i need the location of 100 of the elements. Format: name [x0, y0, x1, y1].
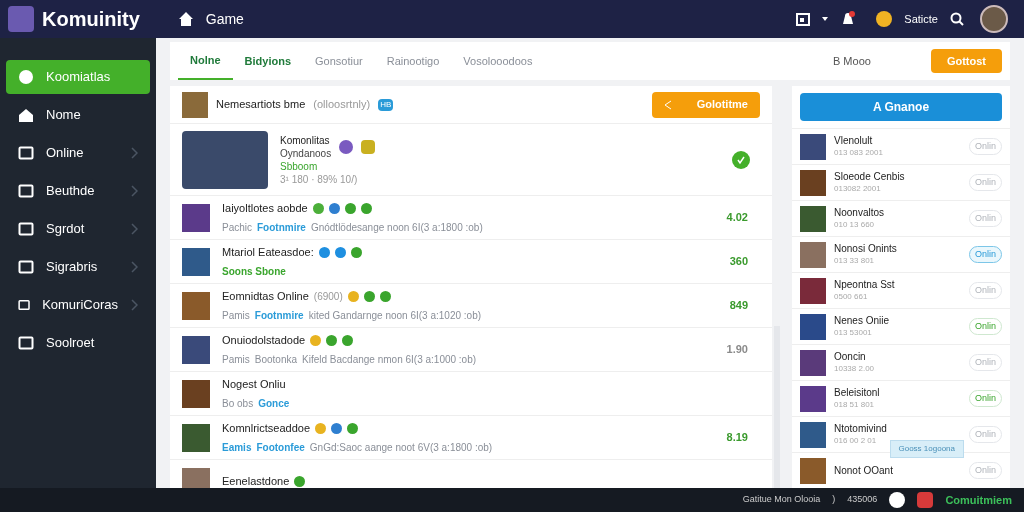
- tooltip: Gooss 1ogoona: [889, 440, 964, 458]
- item-name: Ooncin: [834, 350, 867, 363]
- feed-row[interactable]: Onuiodolstadode Pamis Bootonka Kifeld Bacdange nmon 6I(3 a:1000 :ob) 1.90: [170, 328, 772, 372]
- menu-item-icon: [18, 335, 34, 351]
- sidebar-item[interactable]: Sgrdot: [6, 212, 150, 246]
- row-title: Eenelastdone: [222, 474, 290, 488]
- feed-row[interactable]: Nogest Onliu Bo obs Gonce: [170, 372, 772, 416]
- feed-row[interactable]: Mtariol Eateasdoe: Soons Sbone 360: [170, 240, 772, 284]
- row-note: (6900): [313, 290, 343, 304]
- tab[interactable]: Nolne: [178, 42, 233, 80]
- calendar-icon[interactable]: [796, 12, 811, 26]
- row-detail: Kifeld Bacdange nmon 6I(3 a:1000 :ob): [302, 352, 477, 367]
- row-detail: GnGd:Saoc aange noot 6V(3 a:1800 :ob): [309, 440, 493, 455]
- sidebar-item[interactable]: Online: [6, 136, 150, 170]
- row-value: 1.90: [726, 342, 748, 358]
- sidebar-item[interactable]: KomuriCoras: [6, 288, 150, 322]
- featured-subtitle: Oyndanoos: [280, 146, 332, 160]
- item-name: Vlenolult: [834, 134, 874, 147]
- row-value: 8.19: [726, 430, 748, 446]
- user-name[interactable]: Saticte: [904, 10, 938, 28]
- featured-tag: Sbboom: [280, 159, 376, 173]
- photo-placeholder: [182, 247, 210, 276]
- feed-row[interactable]: Eomnidtas Online (6900) Pamis Footnmire kited Gandarnge noon 6I(3 a:1020 :ob) 849: [170, 284, 772, 328]
- row-detail: Gonce: [258, 396, 290, 411]
- photo-placeholder: [182, 203, 210, 232]
- sidebar-item[interactable]: Sigrabris: [6, 250, 150, 284]
- item-sub: 016 00 2 01: [834, 434, 878, 447]
- item-sub: 013 33 801: [834, 254, 876, 267]
- search-icon[interactable]: [950, 12, 964, 26]
- photo-placeholder: [800, 277, 826, 304]
- featured-row[interactable]: Komonlitas Oyndanoos Sbboom 3¹ 180 · 89% 10/): [170, 124, 772, 196]
- sidebar-item[interactable]: Nome: [6, 98, 150, 132]
- coin-icon[interactable]: [876, 11, 893, 27]
- status-text: Gatitue Mon Olooia: [742, 493, 821, 507]
- photo-placeholder: [182, 91, 208, 118]
- photo-placeholder: [800, 169, 826, 196]
- item-name: Nenes Oniie: [834, 314, 890, 327]
- check-icon[interactable]: [732, 150, 750, 169]
- sidebar-item[interactable]: Beuthde: [6, 174, 150, 208]
- feed-row[interactable]: Iaiyoltlotes aobde Pachic Footnmire Gnódtlödesange noon 6I(3 a:1800 :ob) 4.02: [170, 196, 772, 240]
- item-name: Nonosi Onints: [834, 242, 897, 255]
- featured-title: Komonlitas: [280, 133, 331, 147]
- photo-placeholder: [800, 241, 826, 268]
- feed-row[interactable]: Komnlrictseaddoe Eamis Footonfee GnGd:Saoc aange noot 6V(3 a:1800 :ob) 8.19: [170, 416, 772, 460]
- item-name: Sloeode Cenbis: [834, 170, 905, 183]
- square-icon[interactable]: [917, 492, 934, 508]
- photo-placeholder: [800, 457, 826, 484]
- photo-placeholder: [800, 205, 826, 232]
- row-detail: Bootonka: [254, 352, 298, 367]
- photo-placeholder: [182, 379, 210, 408]
- tab[interactable]: Bidyions: [232, 42, 303, 80]
- home-icon[interactable]: [177, 11, 194, 27]
- item-sub: 0500 661: [834, 290, 869, 303]
- photo-placeholder: [800, 349, 826, 376]
- featured-meta: 3¹ 180 · 89% 10/): [280, 172, 359, 186]
- side-item[interactable]: Sloeode Cenbis 013082 2001 Onlin: [792, 165, 1010, 201]
- menu-item-icon: [18, 69, 34, 85]
- sidebar-item[interactable]: Soolroet: [6, 326, 150, 360]
- chevron-right-icon: [130, 223, 138, 235]
- row-title: Mtariol Eateasdoe:: [222, 245, 314, 261]
- photo-placeholder: [182, 423, 210, 452]
- item-name: Ntotomivind: [834, 422, 887, 435]
- side-item[interactable]: Npeontna Sst 0500 661 Onlin: [792, 273, 1010, 309]
- share-icon: [664, 99, 672, 110]
- photo-placeholder: [182, 335, 210, 364]
- primary-button[interactable]: A Gnanoe: [800, 93, 1002, 121]
- row-title: Nogest Onliu: [222, 377, 286, 393]
- bell-icon[interactable]: [840, 11, 857, 27]
- avatar[interactable]: [980, 5, 1008, 33]
- side-item[interactable]: Noonvaltos 010 13 660 Onlin: [792, 201, 1010, 237]
- status-brand[interactable]: Comuitmiem: [945, 491, 1012, 509]
- row-title: Onuiodolstadode: [222, 333, 306, 349]
- photo-placeholder: [182, 291, 210, 320]
- status-separator: ): [832, 493, 836, 507]
- menu-item-icon: [18, 107, 34, 123]
- menu-item-icon: [18, 145, 34, 161]
- photo-placeholder: [182, 467, 210, 488]
- row-title: Eomnidtas Online: [222, 289, 309, 305]
- more-link[interactable]: B Mooo: [832, 52, 871, 70]
- side-item[interactable]: Beleisitonl 018 51 801 Onlin: [792, 381, 1010, 417]
- nav-link[interactable]: Game: [205, 8, 244, 30]
- row-detail: Pamis: [222, 308, 250, 323]
- row-detail: kited Gandarnge noon 6I(3 a:1020 :ob): [308, 308, 482, 323]
- brand-name: Komuinity: [42, 7, 140, 32]
- row-detail: Soons Sbone: [222, 264, 286, 279]
- row-title: Iaiyoltlotes aobde: [222, 201, 308, 217]
- chevron-right-icon: [130, 147, 138, 159]
- photo-placeholder: [800, 133, 826, 160]
- item-sub: 10338 2.00: [834, 362, 875, 375]
- menu-item-icon: [18, 221, 34, 237]
- menu-item-icon: [18, 183, 34, 199]
- chevron-right-icon: [130, 261, 138, 273]
- side-item[interactable]: Nonosi Onints 013 33 801 Onlin: [792, 237, 1010, 273]
- side-item[interactable]: Ooncin 10338 2.00 Onlin: [792, 345, 1010, 381]
- item-sub: 013 083 2001: [834, 146, 883, 159]
- caret-icon[interactable]: [822, 17, 829, 21]
- menu-item-icon: [18, 259, 34, 275]
- row-detail: Pachic: [222, 220, 252, 235]
- side-item[interactable]: Nenes Oniie 013 53001 Onlin: [792, 309, 1010, 345]
- side-item[interactable]: Vlenolult 013 083 2001 Onlin: [792, 129, 1010, 165]
